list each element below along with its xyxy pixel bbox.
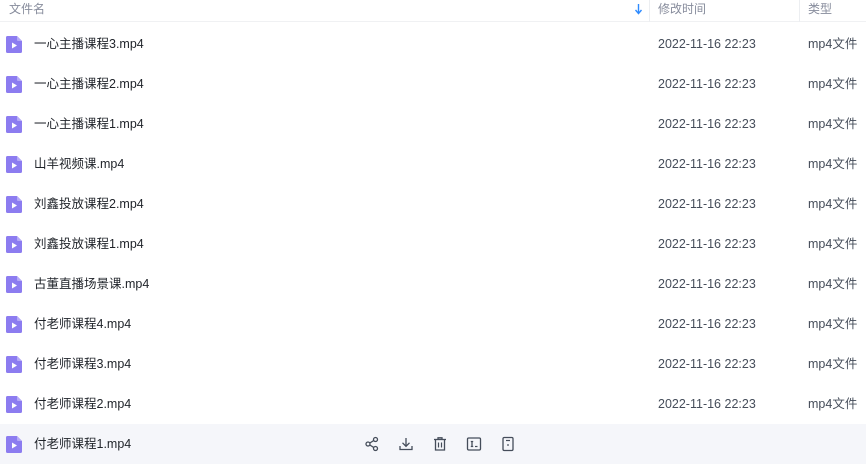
file-row[interactable]: 一心主播课程3.mp4 2022-11-16 22:23 mp4文件 [0, 24, 866, 64]
file-type: mp4文件 [808, 197, 858, 211]
file-modified-time: 2022-11-16 22:23 [658, 37, 756, 51]
file-name[interactable]: 一心主播课程3.mp4 [34, 24, 144, 64]
video-file-icon [6, 356, 22, 373]
file-type: mp4文件 [808, 317, 858, 331]
column-header-modified-time[interactable]: 修改时间 [658, 0, 798, 22]
column-header-filename[interactable]: 文件名 [9, 0, 639, 22]
video-file-icon [6, 236, 22, 253]
file-row[interactable]: 付老师课程1.mp4 [0, 424, 866, 464]
file-name[interactable]: 山羊视频课.mp4 [34, 144, 124, 184]
file-row[interactable]: 刘鑫投放课程2.mp4 2022-11-16 22:23 mp4文件 [0, 184, 866, 224]
file-type: mp4文件 [808, 77, 858, 91]
file-row[interactable]: 付老师课程2.mp4 2022-11-16 22:23 mp4文件 [0, 384, 866, 424]
file-list-header: 文件名 修改时间 类型 [0, 0, 866, 22]
file-name[interactable]: 付老师课程2.mp4 [34, 384, 131, 424]
file-row[interactable]: 刘鑫投放课程1.mp4 2022-11-16 22:23 mp4文件 [0, 224, 866, 264]
file-type: mp4文件 [808, 277, 858, 291]
video-file-icon [6, 396, 22, 413]
file-row[interactable]: 付老师课程3.mp4 2022-11-16 22:23 mp4文件 [0, 344, 866, 384]
video-file-icon [6, 36, 22, 53]
file-modified-time: 2022-11-16 22:23 [658, 237, 756, 251]
file-modified-time: 2022-11-16 22:23 [658, 317, 756, 331]
file-modified-time: 2022-11-16 22:23 [658, 397, 756, 411]
file-modified-time: 2022-11-16 22:23 [658, 77, 756, 91]
column-divider[interactable] [649, 0, 650, 22]
video-file-icon [6, 116, 22, 133]
file-name[interactable]: 付老师课程4.mp4 [34, 304, 131, 344]
file-row[interactable]: 一心主播课程2.mp4 2022-11-16 22:23 mp4文件 [0, 64, 866, 104]
file-type: mp4文件 [808, 397, 858, 411]
file-modified-time: 2022-11-16 22:23 [658, 197, 756, 211]
file-name[interactable]: 古董直播场景课.mp4 [34, 264, 149, 304]
video-file-icon [6, 316, 22, 333]
video-file-icon [6, 76, 22, 93]
arrow-down-icon[interactable] [634, 3, 643, 15]
file-row[interactable]: 一心主播课程1.mp4 2022-11-16 22:23 mp4文件 [0, 104, 866, 144]
file-name[interactable]: 刘鑫投放课程2.mp4 [34, 184, 144, 224]
share-icon[interactable] [363, 435, 381, 453]
file-name[interactable]: 付老师课程3.mp4 [34, 344, 131, 384]
file-modified-time: 2022-11-16 22:23 [658, 117, 756, 131]
delete-icon[interactable] [431, 435, 449, 453]
download-icon[interactable] [397, 435, 415, 453]
file-row[interactable]: 古董直播场景课.mp4 2022-11-16 22:23 mp4文件 [0, 264, 866, 304]
more-icon[interactable] [499, 435, 517, 453]
file-row[interactable]: 付老师课程4.mp4 2022-11-16 22:23 mp4文件 [0, 304, 866, 344]
file-name[interactable]: 付老师课程1.mp4 [34, 424, 131, 464]
file-name[interactable]: 刘鑫投放课程1.mp4 [34, 224, 144, 264]
file-type: mp4文件 [808, 117, 858, 131]
file-type: mp4文件 [808, 237, 858, 251]
file-name[interactable]: 一心主播课程2.mp4 [34, 64, 144, 104]
file-type: mp4文件 [808, 357, 858, 371]
file-modified-time: 2022-11-16 22:23 [658, 157, 756, 171]
column-divider[interactable] [799, 0, 800, 22]
rename-icon[interactable] [465, 435, 483, 453]
file-modified-time: 2022-11-16 22:23 [658, 357, 756, 371]
column-header-type[interactable]: 类型 [808, 0, 866, 22]
video-file-icon [6, 156, 22, 173]
file-name[interactable]: 一心主播课程1.mp4 [34, 104, 144, 144]
file-modified-time: 2022-11-16 22:23 [658, 277, 756, 291]
video-file-icon [6, 276, 22, 293]
video-file-icon [6, 196, 22, 213]
file-row[interactable]: 山羊视频课.mp4 2022-11-16 22:23 mp4文件 [0, 144, 866, 184]
file-type: mp4文件 [808, 37, 858, 51]
file-type: mp4文件 [808, 157, 858, 171]
video-file-icon [6, 436, 22, 453]
